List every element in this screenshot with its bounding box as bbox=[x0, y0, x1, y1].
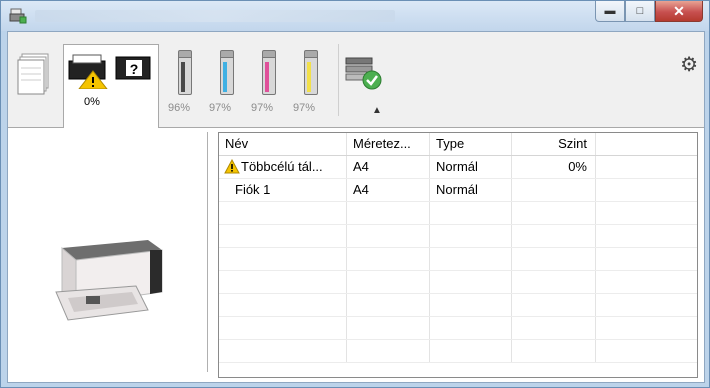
toner-black-icon[interactable] bbox=[178, 50, 192, 95]
cell-level bbox=[512, 179, 596, 201]
cell-name: Többcélú tál... bbox=[219, 156, 347, 178]
toolbar-separator bbox=[338, 44, 339, 116]
cell-level: 0% bbox=[512, 156, 596, 178]
toner-yellow-icon[interactable] bbox=[304, 50, 318, 95]
svg-text:?: ? bbox=[130, 61, 139, 77]
panel-splitter[interactable] bbox=[207, 132, 208, 372]
empty-row bbox=[219, 271, 697, 294]
gear-icon[interactable]: ⚙ bbox=[680, 52, 698, 77]
printer-unknown-icon: ? bbox=[115, 56, 151, 80]
cell-size: A4 bbox=[347, 156, 430, 178]
table-row[interactable]: Többcélú tál... A4 Normál 0% bbox=[219, 156, 697, 179]
table-header: Név Méretez... Type Szint bbox=[219, 133, 697, 156]
printer-status-percent: 0% bbox=[84, 96, 100, 108]
main-panel: Név Méretez... Type Szint Többcélú tál..… bbox=[8, 128, 704, 382]
toner-yellow-percent: 97% bbox=[293, 102, 316, 114]
paper-tray-check-icon[interactable] bbox=[344, 52, 384, 92]
empty-row bbox=[219, 225, 697, 248]
column-header-type[interactable]: Type bbox=[430, 133, 512, 155]
cell-name: Fiók 1 bbox=[219, 179, 347, 201]
close-icon: ✕ bbox=[673, 2, 685, 19]
status-toolbar: ? 0% 96% 97% 97% 97% ▲ ⚙ bbox=[8, 32, 704, 129]
cell-type: Normál bbox=[430, 156, 512, 178]
column-header-level[interactable]: Szint bbox=[512, 133, 596, 155]
maximize-icon: □ bbox=[636, 5, 644, 17]
toner-black-percent: 96% bbox=[168, 102, 191, 114]
chevron-up-icon[interactable]: ▲ bbox=[372, 105, 382, 116]
title-bar[interactable]: ▬ □ ✕ bbox=[1, 1, 709, 31]
toner-cyan-percent: 97% bbox=[209, 102, 232, 114]
empty-row bbox=[219, 317, 697, 340]
printer-app-icon bbox=[9, 8, 27, 24]
empty-row bbox=[219, 248, 697, 271]
column-header-name[interactable]: Név bbox=[219, 133, 347, 155]
empty-row bbox=[219, 294, 697, 317]
empty-row bbox=[219, 340, 697, 363]
window-title-blurred bbox=[35, 10, 395, 22]
maximize-button[interactable]: □ bbox=[625, 1, 655, 22]
table-row[interactable]: Fiók 1 A4 Normál bbox=[219, 179, 697, 202]
cell-type: Normál bbox=[430, 179, 512, 201]
tray-table: Név Méretez... Type Szint Többcélú tál..… bbox=[218, 132, 698, 378]
empty-row bbox=[219, 202, 697, 225]
printer-status-window: ▬ □ ✕ ? 0% 96% 97% 97% 97% ▲ ⚙ Név Méret… bbox=[0, 0, 710, 388]
printer-warning-icon bbox=[68, 54, 108, 89]
toner-magenta-icon[interactable] bbox=[262, 50, 276, 95]
client-area: ? 0% 96% 97% 97% 97% ▲ ⚙ Név Méretez... … bbox=[7, 31, 705, 383]
column-header-size[interactable]: Méretez... bbox=[347, 133, 430, 155]
printer-illustration bbox=[55, 240, 163, 321]
cell-size: A4 bbox=[347, 179, 430, 201]
toner-magenta-percent: 97% bbox=[251, 102, 274, 114]
toner-cyan-icon[interactable] bbox=[220, 50, 234, 95]
tab-printer-status[interactable]: ? 0% bbox=[63, 44, 159, 129]
window-controls: ▬ □ ✕ bbox=[595, 1, 703, 23]
minimize-icon: ▬ bbox=[604, 5, 616, 17]
paper-stack-icon[interactable] bbox=[16, 52, 52, 96]
minimize-button[interactable]: ▬ bbox=[595, 1, 625, 22]
close-button[interactable]: ✕ bbox=[655, 1, 703, 22]
